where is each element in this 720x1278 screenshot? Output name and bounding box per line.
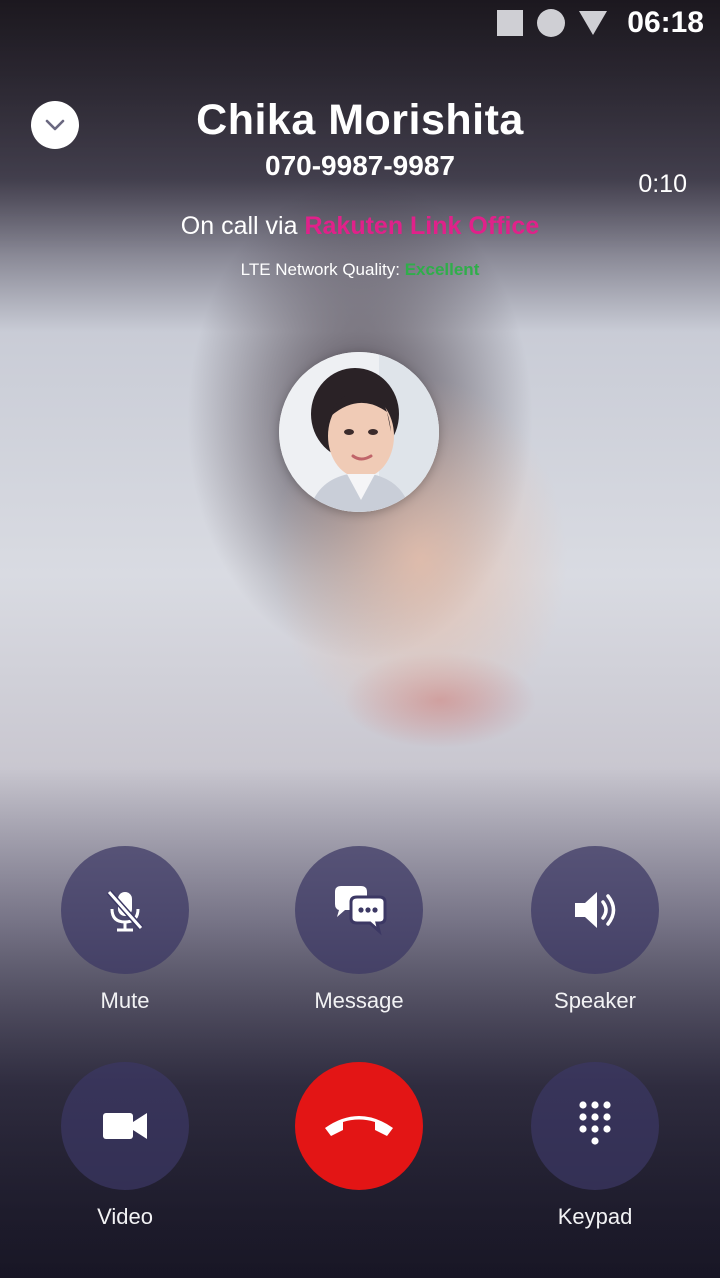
speaker-label: Speaker <box>554 988 636 1013</box>
call-via-line: On call via Rakuten Link Office <box>0 212 720 241</box>
signal-icon <box>579 11 608 35</box>
status-bar: 06:18 <box>0 0 720 46</box>
speaker-icon <box>575 892 616 928</box>
network-quality-value: Excellent <box>404 260 480 279</box>
end-call-icon <box>325 1116 393 1136</box>
video-camera-icon <box>103 1113 147 1139</box>
speaker-button[interactable] <box>531 846 659 974</box>
call-duration: 0:10 <box>638 170 687 198</box>
chat-bubbles-icon <box>335 886 387 936</box>
mute-button[interactable] <box>61 846 189 974</box>
status-time: 06:18 <box>627 6 704 39</box>
network-quality-line: LTE Network Quality: Excellent <box>0 260 720 280</box>
mic-off-icon <box>106 890 144 932</box>
video-label: Video <box>97 1204 153 1229</box>
message-label: Message <box>314 988 404 1013</box>
mute-label: Mute <box>100 988 150 1013</box>
network-label: LTE Network Quality: <box>240 260 405 279</box>
caller-number: 070-9987-9987 <box>265 150 455 181</box>
caller-photo <box>279 352 439 512</box>
message-button[interactable] <box>295 846 423 974</box>
via-service: Rakuten Link Office <box>304 212 540 240</box>
video-button[interactable] <box>61 1062 189 1190</box>
keypad-icon <box>579 1101 611 1145</box>
caller-avatar <box>279 352 439 512</box>
home-icon <box>537 9 566 37</box>
via-prefix: On call via <box>180 212 305 240</box>
keypad-button[interactable] <box>531 1062 659 1190</box>
recent-apps-icon <box>497 10 524 36</box>
caller-name: Chika Morishita <box>196 96 524 144</box>
keypad-label: Keypad <box>557 1204 633 1229</box>
end-call-button[interactable] <box>295 1062 423 1190</box>
